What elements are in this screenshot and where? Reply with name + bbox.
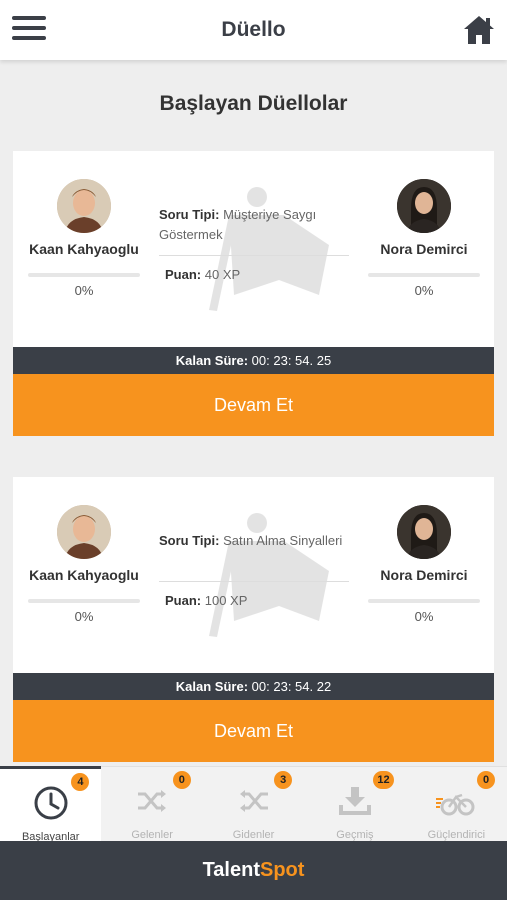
question-label: Soru Tipi:	[159, 207, 220, 222]
count-badge: 0	[477, 771, 496, 789]
left-player: Kaan Kahyaoglu 0%	[25, 505, 143, 624]
divider	[159, 581, 349, 582]
tab-guclendirici[interactable]: Güçlendirici 0	[406, 767, 507, 841]
app-header: Düello	[0, 0, 507, 60]
player-name: Nora Demirci	[380, 241, 468, 257]
question-type: Soru Tipi: Satın Alma Sinyalleri	[159, 531, 349, 551]
count-badge: 4	[71, 773, 90, 791]
right-player: Nora Demirci 0%	[365, 505, 483, 624]
brand-logo-part1: Talent	[202, 859, 260, 881]
home-icon[interactable]	[461, 12, 497, 48]
points-label: Puan:	[165, 267, 202, 282]
timer-value: 00: 23: 54. 22	[251, 679, 332, 694]
right-player: Nora Demirci 0%	[365, 179, 483, 298]
player-name: Kaan Kahyaoglu	[29, 567, 139, 583]
avatar	[397, 505, 451, 559]
tab-baslayanlar[interactable]: Başlayanlar 4	[0, 766, 102, 843]
clock-icon	[34, 786, 68, 820]
timer-value: 00: 23: 54. 25	[251, 353, 332, 368]
shuffle-reverse-icon	[239, 790, 268, 812]
divider	[159, 255, 349, 256]
tab-gelenler[interactable]: Gelenler 0	[101, 767, 202, 841]
timer-label: Kalan Süre:	[175, 679, 249, 694]
progress-bar	[368, 599, 480, 603]
avatar	[57, 505, 111, 559]
question-label: Soru Tipi:	[159, 533, 220, 548]
tab-label: Geçmiş	[336, 829, 374, 841]
download-tray-icon	[338, 787, 371, 815]
player-name: Nora Demirci	[380, 567, 468, 583]
points-value: 40 XP	[204, 267, 241, 282]
points: Puan: 40 XP	[165, 267, 240, 282]
question-type: Soru Tipi: Müşteriye Saygı Göstermek	[159, 205, 349, 245]
count-badge: 12	[373, 771, 394, 789]
brand-logo-part2: Spot	[259, 859, 305, 881]
progress-bar	[28, 273, 140, 277]
progress-bar	[28, 599, 140, 603]
page-title: Düello	[221, 18, 286, 41]
tab-label: Gidenler	[232, 829, 275, 841]
timer-label: Kalan Süre:	[175, 353, 249, 368]
shuffle-icon	[138, 790, 167, 812]
section-title: Başlayan Düellolar	[159, 92, 348, 115]
time-remaining-bar: Kalan Süre: 00: 23: 54. 22	[13, 673, 494, 700]
progress-text: 0%	[414, 609, 434, 624]
duel-card: Kaan Kahyaoglu 0% Soru Tipi: Satın Alma …	[13, 477, 494, 762]
continue-button[interactable]: Devam Et	[13, 700, 494, 762]
count-badge: 3	[274, 771, 293, 789]
tab-gidenler[interactable]: Gidenler 3	[203, 767, 304, 841]
duel-card: Kaan Kahyaoglu 0% Soru Tipi: Müşteriye S…	[13, 151, 494, 436]
tab-label: Gelenler	[131, 829, 173, 841]
left-player: Kaan Kahyaoglu 0%	[25, 179, 143, 298]
progress-bar	[368, 273, 480, 277]
progress-text: 0%	[414, 283, 434, 298]
avatar	[57, 179, 111, 233]
avatar	[397, 179, 451, 233]
points: Puan: 100 XP	[165, 593, 247, 608]
points-label: Puan:	[165, 593, 202, 608]
points-value: 100 XP	[204, 593, 248, 608]
tab-label: Güçlendirici	[427, 829, 486, 841]
player-name: Kaan Kahyaoglu	[29, 241, 139, 257]
count-badge: 0	[172, 771, 191, 789]
brand-footer: TalentSpot	[0, 841, 507, 900]
progress-text: 0%	[74, 609, 94, 624]
menu-icon[interactable]	[12, 16, 46, 44]
time-remaining-bar: Kalan Süre: 00: 23: 54. 25	[13, 347, 494, 374]
tab-gecmis[interactable]: Geçmiş 12	[304, 767, 405, 841]
progress-text: 0%	[74, 283, 94, 298]
continue-button[interactable]: Devam Et	[13, 374, 494, 436]
question-value: Satın Alma Sinyalleri	[223, 533, 343, 548]
bottom-nav: Başlayanlar 4 Gelenler 0 Gidenler 3 Geçm…	[0, 766, 507, 843]
speed-bike-icon	[436, 793, 475, 816]
